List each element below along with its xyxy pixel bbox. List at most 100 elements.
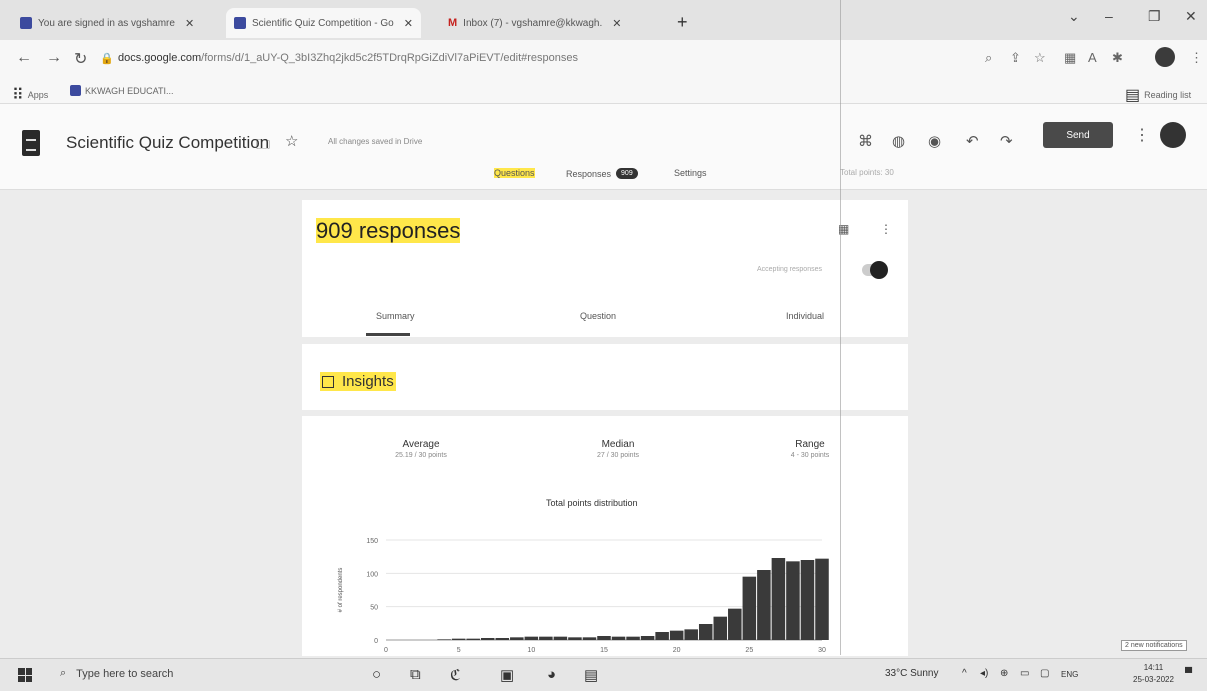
browser-tab[interactable]: M Inbox (7) - vgshamre@kkwagh. ✕: [440, 8, 629, 38]
stat-label: Average: [402, 439, 440, 450]
bookmark-favicon-icon: [70, 85, 81, 96]
chrome-icon[interactable]: ◕: [547, 666, 556, 683]
stat-label: Range: [795, 439, 825, 450]
forms-favicon-icon: [20, 17, 32, 29]
histogram-bar: [742, 576, 757, 640]
y-tick-label: 150: [366, 538, 378, 545]
store-icon[interactable]: ▣: [500, 666, 514, 684]
addon-icon[interactable]: ⌘: [858, 132, 873, 150]
bookmarks-bar: [0, 78, 1207, 104]
divider-line: [840, 0, 841, 655]
chevron-down-icon[interactable]: ⌄: [1068, 8, 1080, 25]
volume-icon[interactable]: ◂): [980, 668, 988, 679]
tab-settings[interactable]: Settings: [674, 168, 707, 178]
reading-list-icon: ▤: [1125, 87, 1141, 104]
task-view-icon[interactable]: ⧉: [410, 666, 421, 683]
new-tab-icon[interactable]: +: [677, 12, 688, 33]
extension-icon[interactable]: ▦: [1064, 50, 1076, 66]
reading-list-button[interactable]: ▤ Reading list: [1125, 85, 1191, 105]
histogram-bar: [597, 636, 611, 640]
weather-widget[interactable]: 33°C Sunny: [885, 668, 938, 679]
chart-title: Total points distribution: [546, 498, 638, 508]
responses-count-badge: 909: [616, 168, 638, 179]
puzzle-icon[interactable]: ✱: [1112, 50, 1123, 66]
subtab-question[interactable]: Question: [580, 311, 616, 321]
edge-icon[interactable]: ℭ: [450, 666, 461, 684]
preview-eye-icon[interactable]: ◉: [928, 132, 941, 150]
browser-tab[interactable]: You are signed in as vgshamre ✕: [12, 8, 202, 38]
more-options-icon[interactable]: ⋮: [1134, 125, 1150, 145]
tab-questions[interactable]: Questions: [494, 168, 535, 178]
stat-range: Range 4 - 30 points: [760, 439, 860, 459]
stat-value: 4 - 30 points: [790, 452, 830, 459]
battery-icon[interactable]: ▭: [1020, 668, 1029, 679]
undo-icon[interactable]: ↶: [966, 132, 979, 150]
close-tab-icon[interactable]: ✕: [404, 17, 413, 30]
stat-value: 27 / 30 points: [596, 452, 640, 459]
accepting-responses-label: Accepting responses: [757, 266, 822, 273]
language-indicator[interactable]: ENG: [1061, 670, 1078, 679]
bookmark-apps[interactable]: ⠿ Apps: [12, 85, 48, 105]
close-window-icon[interactable]: ✕: [1185, 8, 1197, 25]
tab-responses[interactable]: Responses 909: [566, 168, 638, 179]
forms-logo-icon[interactable]: [22, 130, 40, 156]
cortana-icon[interactable]: ○: [372, 666, 381, 683]
clock[interactable]: 14:11 25-03-2022: [1133, 662, 1174, 686]
search-icon: ⌕: [60, 667, 67, 679]
x-tick-label: 15: [600, 647, 608, 654]
form-title[interactable]: Scientific Quiz Competition: [66, 133, 269, 153]
font-icon[interactable]: A: [1088, 50, 1097, 65]
folder-icon[interactable]: 🗀: [256, 134, 270, 158]
histogram-bar: [539, 636, 553, 640]
redo-icon[interactable]: ↷: [1000, 132, 1013, 150]
browser-tab-active[interactable]: Scientific Quiz Competition - Go ✕: [226, 8, 421, 38]
subtab-individual[interactable]: Individual: [786, 311, 824, 321]
windows-start-icon[interactable]: [18, 668, 32, 682]
histogram-bar: [800, 560, 815, 640]
clock-time: 14:11: [1143, 663, 1164, 672]
close-tab-icon[interactable]: ✕: [185, 17, 194, 30]
y-tick-label: 0: [374, 638, 378, 645]
notification-toast[interactable]: 2 new notifications: [1121, 640, 1187, 651]
menu-icon[interactable]: ⋮: [1190, 50, 1203, 66]
maximize-icon[interactable]: ❐: [1148, 8, 1161, 25]
active-subtab-indicator: [366, 333, 410, 336]
zoom-icon[interactable]: ⌕: [985, 50, 992, 66]
histogram-bar: [713, 616, 728, 640]
gmail-favicon-icon: M: [448, 17, 458, 29]
tray-chevron-icon[interactable]: ^: [962, 668, 967, 679]
forward-icon[interactable]: →: [46, 49, 62, 67]
histogram-bar: [437, 639, 451, 640]
display-icon[interactable]: ▢: [1040, 668, 1049, 679]
histogram-bar: [786, 561, 800, 640]
x-tick-label: 0: [384, 647, 388, 654]
total-points: Total points: 30: [840, 168, 894, 177]
search-placeholder: Type here to search: [76, 667, 174, 680]
minimize-icon[interactable]: –: [1105, 8, 1113, 24]
network-icon[interactable]: ⊕: [1000, 668, 1008, 679]
back-icon[interactable]: ←: [16, 49, 32, 67]
stat-median: Median 27 / 30 points: [565, 439, 671, 459]
histogram-bar: [582, 637, 597, 640]
profile-avatar[interactable]: [1155, 47, 1175, 67]
bookmark-star-icon[interactable]: ☆: [1034, 50, 1046, 66]
bookmark-kkwagh[interactable]: KKWAGH EDUCATI...: [70, 85, 174, 96]
taskbar-search[interactable]: ⌕ Type here to search: [60, 667, 173, 680]
send-button[interactable]: Send: [1043, 122, 1113, 148]
palette-icon[interactable]: ◍: [892, 132, 905, 150]
notifications-icon[interactable]: ▀: [1185, 668, 1192, 679]
file-icon[interactable]: ▤: [584, 666, 598, 684]
avatar[interactable]: [1160, 122, 1186, 148]
url-field[interactable]: docs.google.com/forms/d/1_aUY-Q_3bI3Zhq2…: [118, 52, 578, 64]
share-icon[interactable]: ⇪: [1010, 50, 1021, 66]
close-tab-icon[interactable]: ✕: [612, 17, 621, 30]
star-icon[interactable]: ☆: [285, 132, 298, 150]
weather-text: 33°C Sunny: [885, 668, 939, 679]
lock-icon[interactable]: 🔒: [100, 52, 114, 65]
reload-icon[interactable]: ↻: [74, 49, 87, 69]
subtab-summary[interactable]: Summary: [376, 311, 415, 321]
more-options-icon[interactable]: ⋮: [880, 222, 892, 236]
y-tick-label: 50: [370, 605, 378, 612]
accepting-responses-toggle[interactable]: [862, 261, 888, 279]
histogram-bar: [480, 638, 495, 640]
